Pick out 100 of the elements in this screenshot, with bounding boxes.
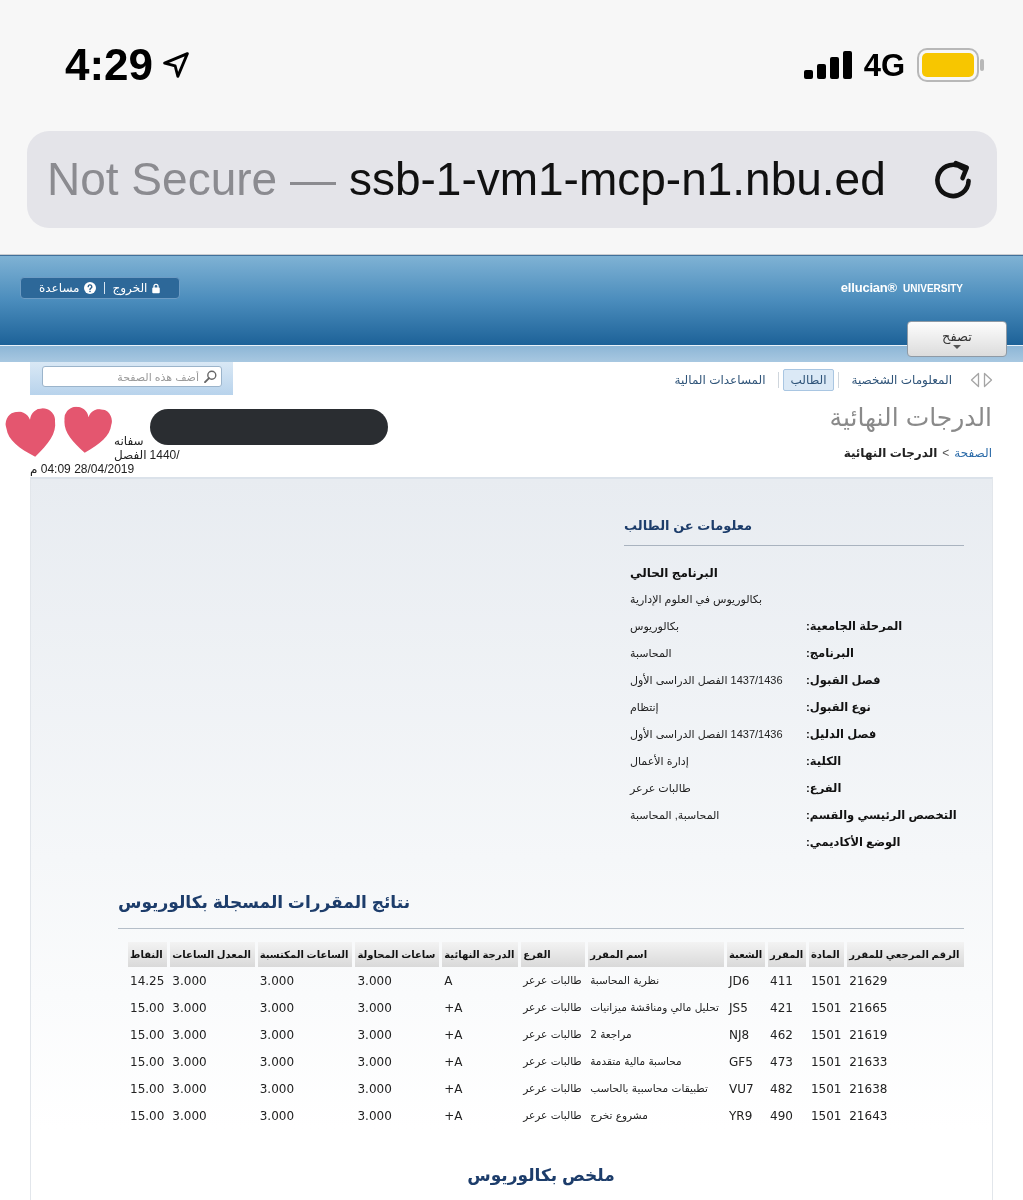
table-cell-text: طالبات عرعر [521,1053,583,1070]
nav-tab[interactable]: المعلومات الشخصية [843,369,960,392]
column-header[interactable]: الرقم المرجعي للمقرر [847,942,964,967]
table-cell-text: 1501 [809,999,843,1017]
table-cell-text: تطبيقات محاسبية بالحاسب [589,1080,709,1096]
table-cell-text: 1501 [809,972,843,990]
table-cell-text: 21638 [848,1080,889,1098]
info-value: 1437/1436 الفصل الدراسى الأول [629,726,784,743]
info-label: البرنامج: [806,645,855,662]
search-icon [204,370,217,383]
table-cell-text: 473 [769,1053,794,1071]
column-header[interactable]: اسم المقرر [588,942,724,967]
table-cell-text: 1501 [809,1053,843,1071]
table-cell-text: JD6 [727,972,751,990]
table-cell-text: YR9 [728,1107,754,1125]
info-value: إدارة الأعمال [629,753,690,770]
table-cell-text: 3.000 [171,999,208,1017]
column-header[interactable]: المادة [808,942,845,967]
table-cell-text: 15.00 [129,1107,166,1125]
info-value: 1437/1436 الفصل الدراسى الأول [629,672,784,689]
brand-logo: ellucian® [840,279,897,298]
info-label: التخصص الرئيسي والقسم: [806,807,958,825]
table-cell-text: 21633 [848,1053,889,1071]
table-cell-text: 15.00 [129,1053,166,1071]
clock-time: 4:29 [65,43,154,87]
table-cell-text: 1501 [809,1107,843,1125]
table-cell-text: 1501 [809,1026,843,1044]
table-cell-text: 21619 [848,1026,889,1044]
table-cell-text: مراجعة 2 [589,1026,633,1043]
section-heading: معلومات عن الطالب [624,517,964,546]
section-heading: نتائج المقررات المسجلة بكالوريوس [118,890,964,929]
column-header[interactable]: الشعبة [727,942,765,967]
nav-tab[interactable]: الطالب [782,369,835,392]
table-cell-text: 3.000 [356,999,393,1017]
info-label: نوع القبول: [806,699,872,717]
browse-button[interactable]: تصفح [907,321,1007,357]
nav-tab[interactable]: المساعدات المالية [666,369,774,392]
caret-icon [953,344,961,349]
table-cell-text: 3.000 [171,1107,208,1125]
help-link[interactable]: مساعدة [31,282,105,294]
network-label: 4G [863,49,905,81]
table-cell-text: 3.000 [258,1107,296,1125]
logout-link[interactable]: الخروج [104,282,170,294]
table-cell-text: +A [443,1053,464,1071]
info-label: فصل القبول: [806,672,882,690]
student-info-text: 1440/ [149,448,180,462]
info-label: الوضع الأكاديمي: [806,834,902,852]
table-cell-text: طالبات عرعر [521,1026,583,1043]
right-triangle-icon[interactable] [983,372,993,389]
table-cell-text: طالبات عرعر [521,1080,583,1097]
table-cell-text: 3.000 [258,999,296,1017]
info-value: المحاسبة [629,646,673,662]
column-header[interactable]: الساعات المكتسبة [257,942,353,967]
column-header[interactable]: الدرجة النهائية [442,942,519,967]
info-value: بكالوريوس [629,619,680,635]
column-header[interactable]: الفرع [521,942,586,967]
table-cell-text: 3.000 [171,1053,208,1071]
student-info-text: الفصل [114,448,147,462]
table-cell-text: VU7 [728,1080,755,1098]
column-header[interactable]: المقرر [768,942,806,967]
section-heading: ملخص بكالوريوس [466,1165,616,1188]
table-cell-text: 421 [769,999,794,1017]
table-cell-text: 3.000 [171,1080,208,1098]
table-cell-text: 411 [769,972,794,990]
table-cell-text: طالبات عرعر [521,999,583,1016]
table-cell-text: 3.000 [258,1026,296,1044]
info-label: الكلية: [806,753,843,769]
brand-suffix: UNIVERSITY [903,282,963,297]
table-cell-text: 3.000 [356,1026,393,1044]
column-header[interactable]: ساعات المحاولة [355,942,440,967]
info-label: الفرع: [806,780,843,797]
table-cell-text: GF5 [728,1053,754,1071]
table-cell-text: تحليل مالي ومناقشة ميزانيات [589,999,720,1016]
table-cell-text: 21665 [848,999,889,1017]
table-cell-text: محاسبة مالية متقدمة [589,1053,683,1069]
table-cell-text: 490 [769,1107,794,1125]
table-cell-text: 14.25 [129,972,166,990]
column-header[interactable]: النقاط [128,942,168,967]
table-cell-text: 21629 [848,972,889,990]
table-cell-text: مشروع تخرج [589,1107,649,1124]
table-cell-text: JS5 [727,999,749,1017]
table-cell-text: 3.000 [258,1053,296,1071]
table-cell-text: +A [443,999,464,1017]
security-label: Not Secure — [47,153,336,206]
page-title: الدرجات النهائية [829,402,992,432]
table-cell-text: +A [443,1080,464,1098]
table-cell-text: 3.000 [171,1026,208,1044]
info-value: إنتظام [629,700,660,716]
signal-bars-icon [803,51,852,79]
table-cell-text: 15.00 [129,999,166,1017]
breadcrumb-link[interactable]: الصفحة [954,445,992,461]
location-arrow-icon [163,52,190,78]
breadcrumb-current: الدرجات النهائية [843,445,938,461]
column-header[interactable]: المعدل الساعات [170,942,255,967]
info-value: بكالوريوس في العلوم الإدارية [629,592,763,608]
info-subheading: البرنامج الحالي [629,564,719,582]
left-triangle-icon[interactable] [970,372,980,389]
url-text[interactable]: ssb-1-vm1-mcp-n1.nbu.ed [348,153,886,206]
table-cell-text: 1501 [809,1080,843,1098]
breadcrumb-separator: > [942,445,950,461]
